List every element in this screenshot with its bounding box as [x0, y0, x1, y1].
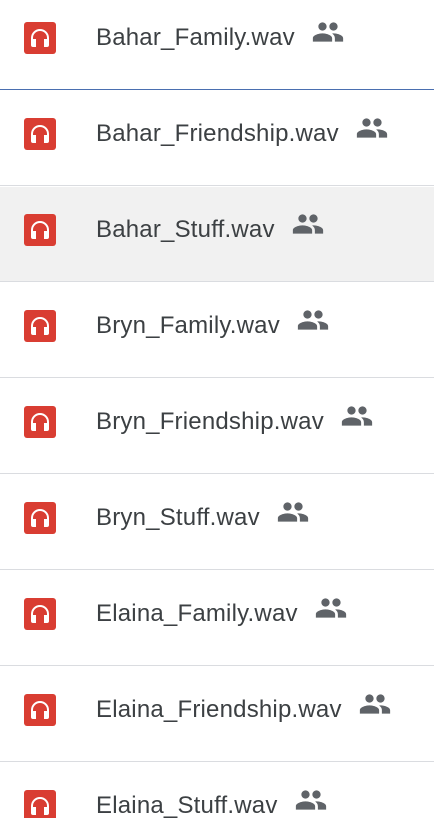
file-row[interactable]: Bryn_Stuff.wav: [0, 475, 434, 570]
file-name: Bahar_Stuff.wav: [96, 216, 275, 243]
people-icon: [311, 18, 345, 54]
headphones-icon: [24, 790, 56, 818]
people-icon: [340, 402, 374, 438]
headphones-icon: [24, 118, 56, 150]
people-icon: [358, 690, 392, 726]
headphones-icon: [24, 406, 56, 438]
file-name: Elaina_Stuff.wav: [96, 792, 278, 818]
file-name-row: Bryn_Stuff.wav: [96, 500, 310, 537]
file-name-row: Bahar_Friendship.wav: [96, 116, 389, 153]
headphones-icon: [24, 22, 56, 54]
people-icon: [291, 210, 325, 246]
headphones-icon: [24, 598, 56, 630]
file-list: Bahar_Family.wav Bahar_Friendship.wav Ba…: [0, 0, 434, 818]
file-row[interactable]: Bahar_Stuff.wav: [0, 187, 434, 282]
file-row[interactable]: Bahar_Family.wav: [0, 0, 434, 90]
file-name: Elaina_Friendship.wav: [96, 696, 342, 723]
people-icon: [294, 786, 328, 818]
file-name-row: Elaina_Family.wav: [96, 596, 348, 633]
file-name: Bryn_Family.wav: [96, 312, 280, 339]
file-row[interactable]: Elaina_Stuff.wav: [0, 763, 434, 818]
file-name: Bryn_Friendship.wav: [96, 408, 324, 435]
file-row[interactable]: Elaina_Family.wav: [0, 571, 434, 666]
file-row[interactable]: Bryn_Family.wav: [0, 283, 434, 378]
file-name: Bahar_Family.wav: [96, 24, 295, 51]
file-name: Bahar_Friendship.wav: [96, 120, 339, 147]
file-row[interactable]: Elaina_Friendship.wav: [0, 667, 434, 762]
file-name-row: Bahar_Stuff.wav: [96, 212, 325, 249]
file-name-row: Bryn_Family.wav: [96, 308, 330, 345]
people-icon: [296, 306, 330, 342]
headphones-icon: [24, 502, 56, 534]
people-icon: [276, 498, 310, 534]
people-icon: [355, 114, 389, 150]
file-name: Elaina_Family.wav: [96, 600, 298, 627]
file-name-row: Bryn_Friendship.wav: [96, 404, 374, 441]
file-name-row: Bahar_Family.wav: [96, 20, 345, 57]
people-icon: [314, 594, 348, 630]
headphones-icon: [24, 694, 56, 726]
file-name: Bryn_Stuff.wav: [96, 504, 260, 531]
file-name-row: Elaina_Stuff.wav: [96, 788, 328, 818]
headphones-icon: [24, 214, 56, 246]
file-row[interactable]: Bahar_Friendship.wav: [0, 91, 434, 186]
headphones-icon: [24, 310, 56, 342]
file-row[interactable]: Bryn_Friendship.wav: [0, 379, 434, 474]
file-name-row: Elaina_Friendship.wav: [96, 692, 392, 729]
